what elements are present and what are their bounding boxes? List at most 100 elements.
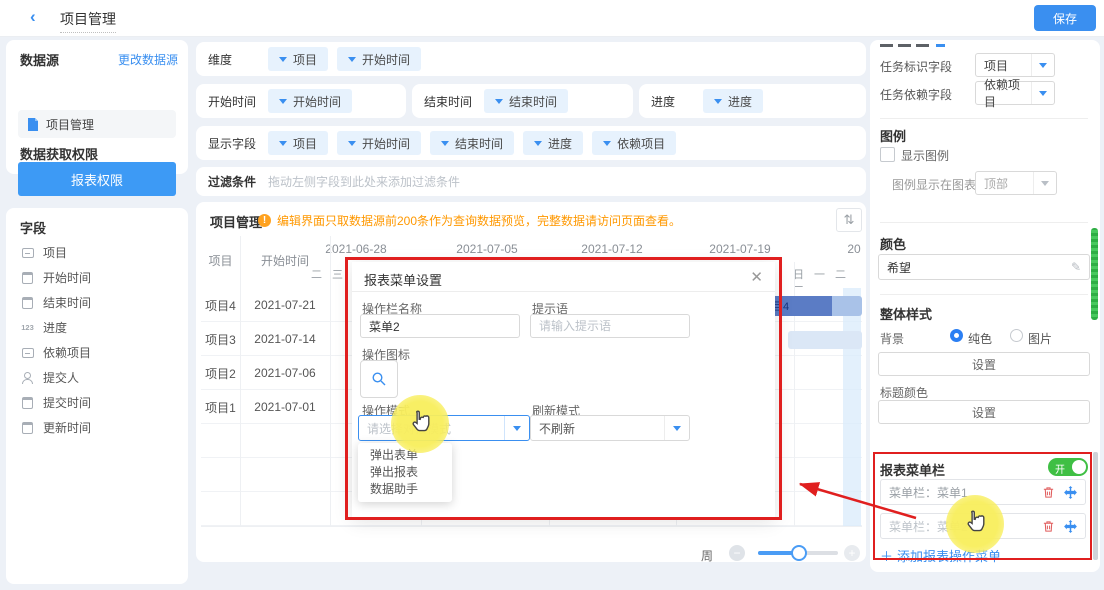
field-item[interactable]: 提交时间 (6, 390, 188, 415)
chip-label: 依赖项目 (617, 135, 665, 152)
field-label: 进度 (43, 319, 67, 336)
task-dep-select[interactable]: 依赖项目 (975, 81, 1055, 105)
gantt-weekdays-left: 二三 (306, 266, 348, 282)
table-row[interactable]: 项目3 2021-07-14 (201, 322, 330, 356)
chevron-down-icon (603, 141, 611, 150)
delete-icon[interactable] (1041, 485, 1055, 499)
add-menu-link[interactable]: ＋ 添加报表操作菜单 (880, 546, 1001, 565)
move-icon[interactable] (1063, 519, 1077, 533)
field-item[interactable]: 结束时间 (6, 290, 188, 315)
gantt-bar-project3[interactable] (788, 331, 862, 349)
dimension-chip[interactable]: 项目 (268, 47, 328, 71)
datasource-item-label: 项目管理 (46, 116, 94, 133)
cell-project: 项目3 (201, 331, 240, 348)
datasource-item[interactable]: 项目管理 (18, 110, 176, 138)
menu-bar-toggle[interactable]: 开 (1048, 458, 1088, 476)
dimension-chip[interactable]: 开始时间 (337, 47, 421, 71)
select-caret-zone (1031, 82, 1054, 104)
chip-label: 项目 (293, 51, 317, 68)
zoom-out-button[interactable]: − (729, 545, 745, 561)
add-menu-label: 添加报表操作菜单 (897, 546, 1001, 565)
toggle-on-label: 开 (1055, 461, 1065, 476)
fields-list: 项目 开始时间 结束时间 进度 (6, 240, 188, 440)
move-icon[interactable] (1063, 485, 1077, 499)
close-icon[interactable]: ✕ (750, 268, 763, 286)
sort-button[interactable]: ⇅ (836, 208, 862, 232)
bg-image-radio[interactable] (1010, 329, 1023, 342)
change-datasource-link[interactable]: 更改数据源 (118, 51, 178, 68)
today-column-highlight (843, 288, 861, 526)
display-field-chip[interactable]: 结束时间 (430, 131, 514, 155)
field-type-icon (20, 371, 35, 385)
filter-row[interactable]: 过滤条件 拖动左侧字段到此处来添加过滤条件 (196, 167, 866, 196)
table-row[interactable]: 项目2 2021-07-06 (201, 356, 330, 390)
report-permission-button[interactable]: 报表权限 (18, 162, 176, 196)
legend-pos-select[interactable]: 顶部 (975, 171, 1057, 195)
warning-text: 编辑界面只取数据源前200条作为查询数据预览，完整数据请访问页面查看。 (277, 212, 681, 229)
scrollbar-thumb-green[interactable] (1091, 228, 1098, 320)
display-field-chip[interactable]: 开始时间 (337, 131, 421, 155)
field-item[interactable]: 开始时间 (6, 265, 188, 290)
field-item[interactable]: 项目 (6, 240, 188, 265)
bg-set-button[interactable]: 设置 (878, 352, 1090, 376)
chevron-down-icon (279, 141, 287, 150)
field-item[interactable]: 进度 (6, 315, 188, 340)
menu-item-1[interactable]: 菜单栏：菜单1 (880, 479, 1086, 505)
preview-title: 项目管理 (210, 212, 262, 231)
action-mode-select[interactable]: 请选择对接模式 (358, 415, 530, 441)
field-item[interactable]: 更新时间 (6, 415, 188, 440)
cell-start-date: 2021-07-14 (240, 332, 330, 346)
chevron-down-icon (279, 57, 287, 66)
field-label: 开始时间 (43, 269, 91, 286)
field-item[interactable]: 依赖项目 (6, 340, 188, 365)
delete-icon[interactable] (1041, 519, 1055, 533)
background-label: 背景 (880, 330, 904, 347)
dropdown-option[interactable]: 弹出表单 (358, 447, 452, 464)
grid-line (330, 236, 331, 526)
display-field-chip[interactable]: 依赖项目 (592, 131, 676, 155)
cell-project: 项目4 (201, 297, 240, 314)
fields-card: 字段 项目 开始时间 结束时间 (6, 208, 188, 584)
zoom-slider-handle[interactable] (791, 545, 807, 561)
chip-label: 进度 (728, 93, 752, 110)
end-time-chip[interactable]: 结束时间 (484, 89, 568, 113)
title-color-label: 标题颜色 (880, 384, 928, 401)
edit-icon[interactable]: ✎ (1071, 260, 1081, 274)
dropdown-option[interactable]: 弹出报表 (358, 464, 452, 481)
divider (880, 118, 1088, 119)
chevron-down-icon (534, 141, 542, 150)
action-icon-button[interactable] (360, 360, 398, 398)
scrollbar-thumb[interactable] (1093, 452, 1098, 560)
task-id-select[interactable]: 项目 (975, 53, 1055, 77)
chevron-down-icon (441, 141, 449, 150)
tip-input[interactable] (530, 314, 690, 338)
field-item[interactable]: 提交人 (6, 365, 188, 390)
back-icon[interactable]: ‹ (30, 7, 36, 27)
chip-label: 进度 (548, 135, 572, 152)
start-time-label: 开始时间 (208, 93, 268, 110)
refresh-mode-select[interactable]: 不刷新 (530, 415, 690, 441)
menu-item-2[interactable]: 菜单栏：菜单2 (880, 513, 1086, 539)
save-button[interactable]: 保存 (1034, 5, 1096, 31)
progress-chip[interactable]: 进度 (703, 89, 763, 113)
cell-project: 项目1 (201, 399, 240, 416)
bg-solid-radio[interactable] (950, 329, 963, 342)
chip-label: 结束时间 (509, 93, 557, 110)
action-name-input[interactable] (360, 314, 520, 338)
gantt-date-header: 2021-06-282021-07-052021-07-122021-07-19… (196, 242, 866, 258)
action-mode-placeholder: 请选择对接模式 (367, 420, 451, 437)
zoom-in-button[interactable]: + (844, 545, 860, 561)
title-color-set-button[interactable]: 设置 (878, 400, 1090, 424)
color-input[interactable]: 希望 ✎ (878, 254, 1090, 280)
show-legend-checkbox[interactable] (880, 147, 895, 162)
table-row[interactable]: 项目1 2021-07-01 (201, 390, 330, 424)
cell-project: 项目2 (201, 365, 240, 382)
table-row[interactable]: 项目4 2021-07-21 (201, 288, 330, 322)
display-field-chip[interactable]: 项目 (268, 131, 328, 155)
legend-pos-label: 图例显示在图表 (892, 176, 976, 193)
display-field-chip[interactable]: 进度 (523, 131, 583, 155)
weekday-label: 一 (809, 266, 830, 282)
dropdown-option[interactable]: 数据助手 (358, 481, 452, 498)
gantt-bar-project4-ext (832, 296, 862, 316)
start-time-chip[interactable]: 开始时间 (268, 89, 352, 113)
